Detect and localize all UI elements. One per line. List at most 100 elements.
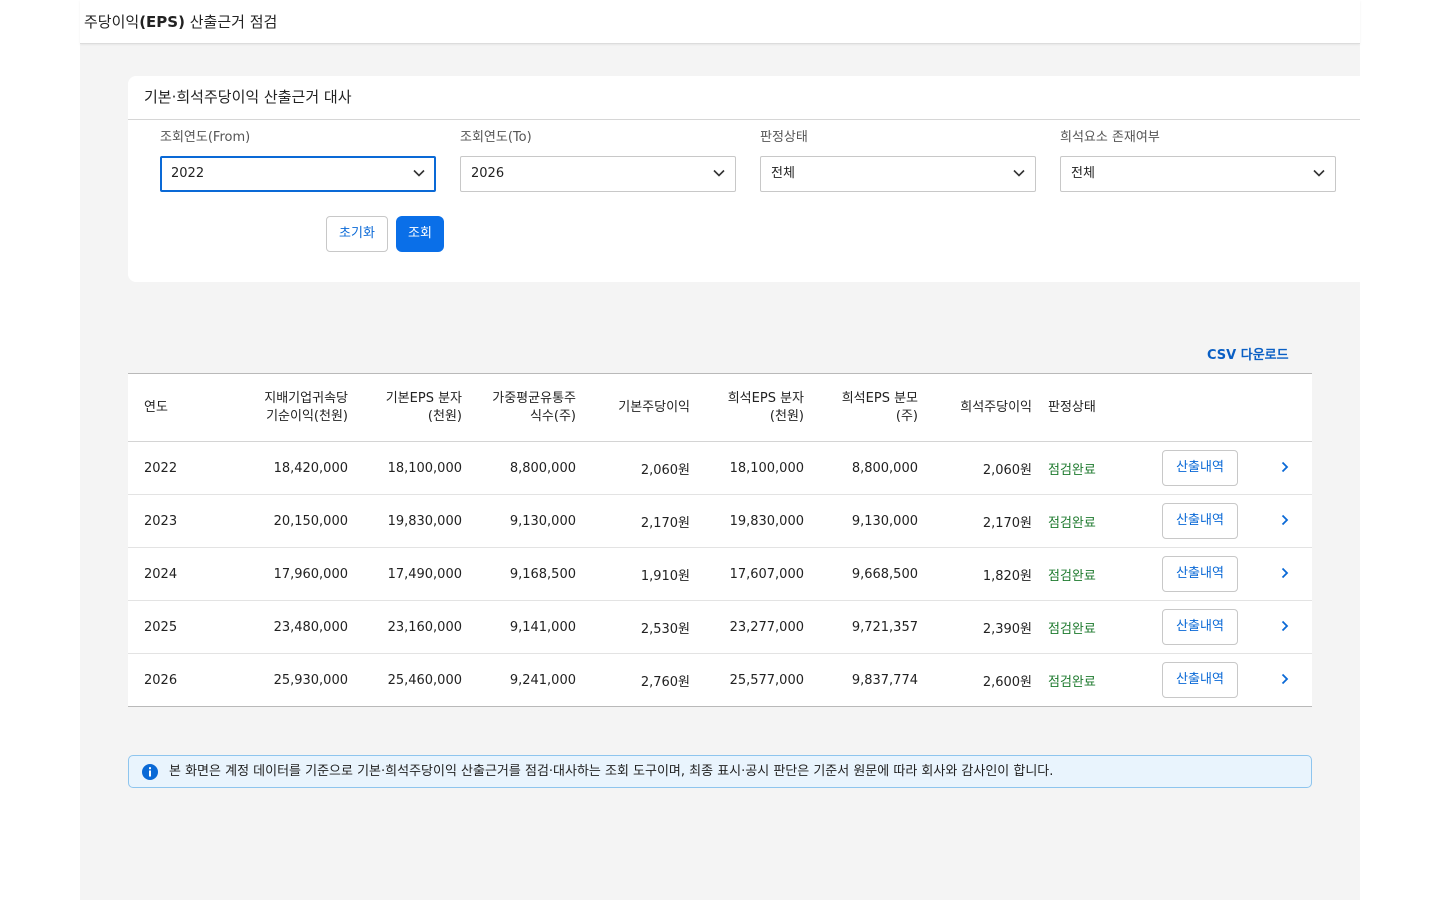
col-header-year: 연도 [144, 374, 224, 441]
col-header-net-income-text: 지배기업귀속당기순이익(천원) [264, 390, 348, 426]
calculation-detail-button[interactable]: 산출내역 [1162, 503, 1238, 539]
cell-basic-numerator: 19,830,000 [387, 513, 462, 529]
chevron-right-icon[interactable] [1280, 514, 1290, 526]
cell-basic-eps: 2,530원 [640, 621, 690, 637]
col-header-diluted-denominator: 희석EPS 분모 (주) [810, 374, 918, 441]
col-header-basic-eps: 기본주당이익 [582, 374, 690, 441]
col-header-line: 가중평균유통주 [492, 390, 576, 406]
chevron-down-icon [1313, 169, 1325, 177]
table-row[interactable]: 2025 23,480,000 23,160,000 9,141,000 2,5… [128, 601, 1312, 654]
info-icon [142, 764, 158, 780]
calculation-detail-button[interactable]: 산출내역 [1162, 450, 1238, 486]
calculation-detail-button[interactable]: 산출내역 [1162, 556, 1238, 592]
cell-year: 2025 [144, 619, 178, 635]
col-header-diluted-numerator-text: 희석EPS 분자 (천원) [728, 390, 804, 426]
cell-diluted-eps: 2,170원 [982, 515, 1032, 531]
cell-year: 2023 [144, 513, 178, 529]
cell-net-income: 23,480,000 [273, 619, 348, 635]
judgment-status-select[interactable]: 전체 [760, 156, 1036, 192]
chevron-down-icon [713, 169, 725, 177]
cell-diluted-denominator: 8,800,000 [851, 460, 918, 476]
cell-net-income: 18,420,000 [273, 460, 348, 476]
search-button[interactable]: 조회 [396, 216, 444, 252]
cell-diluted-denominator: 9,837,774 [851, 672, 918, 688]
cell-diluted-eps: 2,390원 [982, 621, 1032, 637]
csv-download-link[interactable]: CSV 다운로드 [1207, 344, 1289, 363]
year-from-field: 조회연도(From) 2022 [160, 128, 436, 192]
cell-diluted-denominator: 9,721,357 [851, 619, 918, 635]
col-header-net-income: 지배기업귀속당기순이익(천원) [228, 374, 348, 441]
cell-basic-eps: 2,060원 [640, 462, 690, 478]
title-bar: 주당이익(EPS) 산출근거 점검 [80, 0, 1360, 44]
col-header-diluted-denominator-text: 희석EPS 분모 (주) [842, 390, 918, 426]
col-header-basic-numerator-text: 기본EPS 분자 (천원) [386, 390, 462, 426]
cell-year: 2024 [144, 566, 178, 582]
chevron-down-icon [413, 169, 425, 177]
dilution-exists-label: 희석요소 존재여부 [1060, 130, 1160, 145]
judgment-status-label: 판정상태 [760, 130, 808, 145]
calculation-detail-button[interactable]: 산출내역 [1162, 609, 1238, 645]
reset-button[interactable]: 초기화 [326, 216, 388, 252]
cell-status: 점검완료 [1048, 674, 1096, 690]
cell-status: 점검완료 [1048, 462, 1096, 478]
table-row[interactable]: 2024 17,960,000 17,490,000 9,168,500 1,9… [128, 548, 1312, 601]
filter-card: 기본·희석주당이익 산출근거 대사 조회연도(From) 2022 조회연도(T… [128, 76, 1360, 282]
col-header-basic-numerator: 기본EPS 분자 (천원) [354, 374, 462, 441]
cell-diluted-eps: 2,060원 [982, 462, 1032, 478]
col-header-line: 지배기업귀속당 [264, 390, 348, 406]
chevron-right-icon[interactable] [1280, 620, 1290, 632]
col-header-line: 기본EPS 분자 [385, 390, 462, 406]
cell-basic-numerator: 18,100,000 [387, 460, 462, 476]
cell-weighted-shares: 8,800,000 [509, 460, 576, 476]
table-row[interactable]: 2023 20,150,000 19,830,000 9,130,000 2,1… [128, 495, 1312, 548]
cell-weighted-shares: 9,241,000 [509, 672, 576, 688]
col-header-line: (주) [895, 408, 918, 424]
chevron-right-icon[interactable] [1280, 673, 1290, 685]
cell-year: 2022 [144, 460, 178, 476]
year-to-select[interactable]: 2026 [460, 156, 736, 192]
dilution-exists-select[interactable]: 전체 [1060, 156, 1336, 192]
chevron-right-icon[interactable] [1280, 461, 1290, 473]
cell-diluted-denominator: 9,130,000 [851, 513, 918, 529]
cell-year: 2026 [144, 672, 178, 688]
year-to-value: 2026 [471, 166, 505, 181]
col-header-diluted-eps: 희석주당이익 [924, 374, 1032, 441]
cell-weighted-shares: 9,141,000 [509, 619, 576, 635]
col-header-diluted-numerator: 희석EPS 분자 (천원) [696, 374, 804, 441]
col-header-line: (천원) [427, 408, 462, 424]
table-row[interactable]: 2026 25,930,000 25,460,000 9,241,000 2,7… [128, 654, 1312, 706]
judgment-status-value: 전체 [771, 166, 795, 181]
notice-banner: 본 화면은 계정 데이터를 기준으로 기본·희석주당이익 산출근거를 점검·대사… [128, 755, 1312, 788]
cell-net-income: 17,960,000 [273, 566, 348, 582]
judgment-status-field: 판정상태 전체 [760, 128, 1036, 192]
col-header-year-text: 연도 [144, 399, 168, 415]
col-header-basic-eps-text: 기본주당이익 [618, 399, 690, 415]
cell-diluted-eps: 1,820원 [982, 568, 1032, 584]
year-to-label: 조회연도(To) [460, 130, 532, 145]
col-header-line: 희석EPS 분모 [841, 390, 918, 406]
col-header-diluted-eps-text: 희석주당이익 [960, 399, 1032, 415]
cell-basic-eps: 1,910원 [640, 568, 690, 584]
table-row[interactable]: 2022 18,420,000 18,100,000 8,800,000 2,0… [128, 442, 1312, 495]
chevron-right-icon[interactable] [1280, 567, 1290, 579]
col-header-line: 희석EPS 분자 [727, 390, 804, 406]
year-to-field: 조회연도(To) 2026 [460, 128, 736, 192]
cell-diluted-numerator: 17,607,000 [729, 566, 804, 582]
app-canvas: 주당이익(EPS) 산출근거 점검 기본·희석주당이익 산출근거 대사 조회연도… [80, 0, 1360, 900]
year-from-select[interactable]: 2022 [160, 156, 436, 192]
col-header-line: (천원) [769, 408, 804, 424]
page-title: 주당이익(EPS) 산출근거 점검 [84, 13, 278, 31]
cell-weighted-shares: 9,130,000 [509, 513, 576, 529]
dilution-exists-field: 희석요소 존재여부 전체 [1060, 128, 1336, 192]
eps-table: 연도 지배기업귀속당기순이익(천원) 기본EPS 분자 (천원) 가중평균유통주식… [128, 373, 1312, 707]
cell-diluted-numerator: 19,830,000 [729, 513, 804, 529]
col-header-line: 식수(주) [529, 408, 576, 424]
cell-diluted-numerator: 25,577,000 [729, 672, 804, 688]
cell-net-income: 20,150,000 [273, 513, 348, 529]
calculation-detail-button[interactable]: 산출내역 [1162, 662, 1238, 698]
chevron-down-icon [1013, 169, 1025, 177]
cell-diluted-denominator: 9,668,500 [851, 566, 918, 582]
col-header-line: 기순이익(천원) [266, 408, 348, 424]
cell-basic-numerator: 23,160,000 [387, 619, 462, 635]
cell-status: 점검완료 [1048, 515, 1096, 531]
